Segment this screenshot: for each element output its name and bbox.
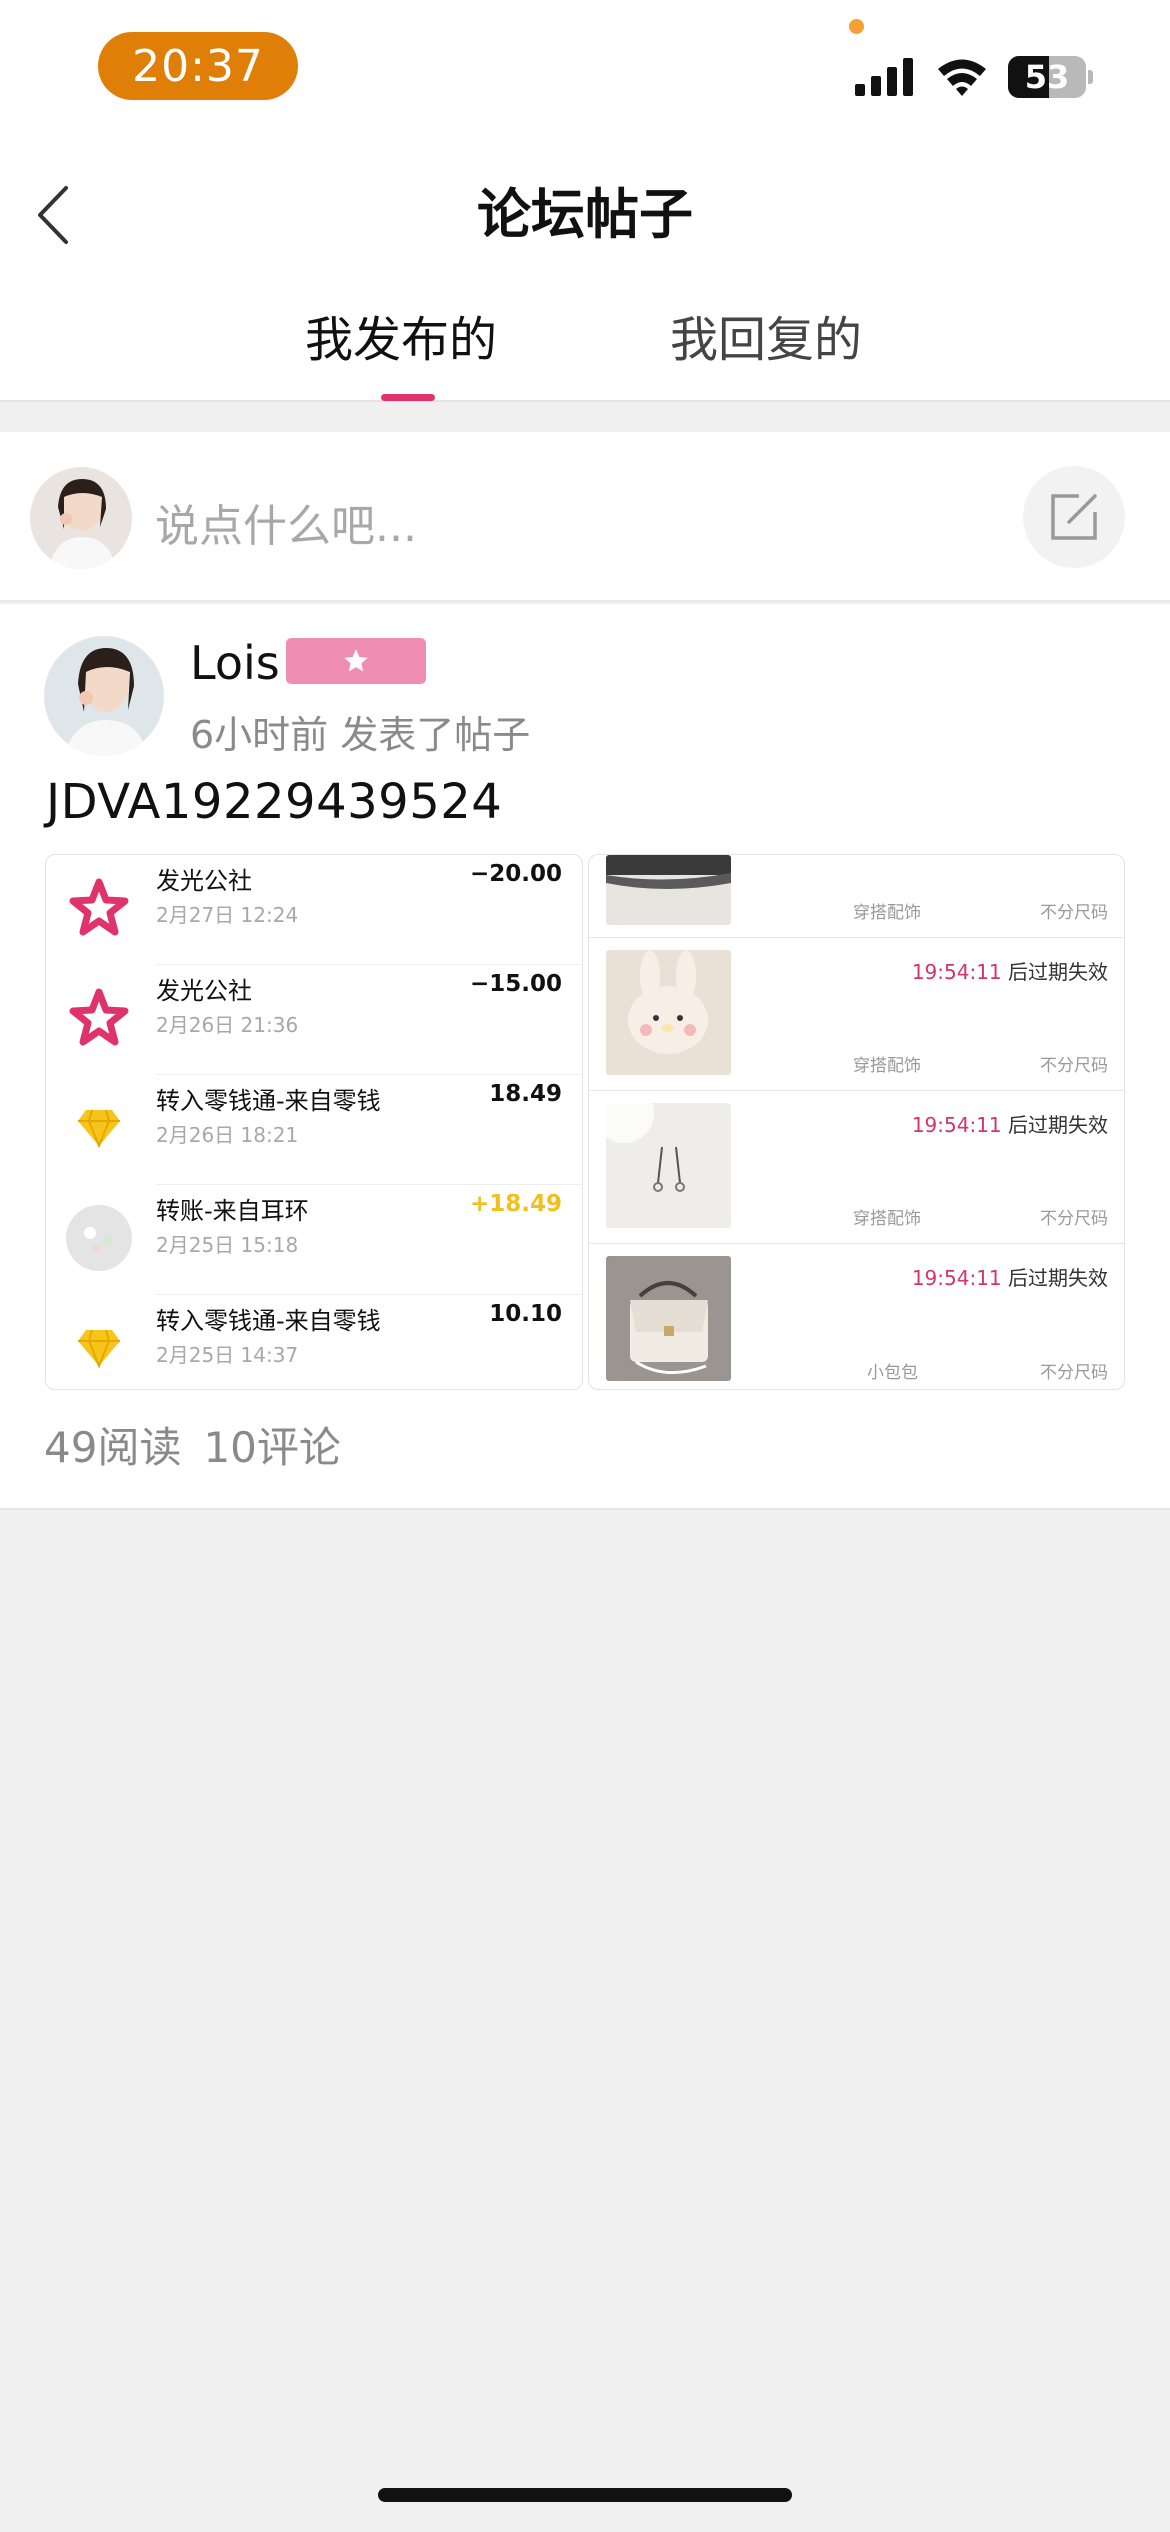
battery-icon: 53 xyxy=(1008,56,1093,98)
transaction-row: 发光公社 2月27日 12:24 −20.00 xyxy=(46,855,582,965)
new-post-button[interactable] xyxy=(1023,466,1125,568)
comment-count[interactable]: 10评论 xyxy=(203,1423,340,1472)
status-bar: 20:37 53 xyxy=(0,0,1170,140)
tab-my-posts[interactable]: 我发布的 xyxy=(305,300,497,370)
wifi-icon xyxy=(938,59,986,96)
transaction-row: 转账-来自耳环 2月25日 15:18 +18.49 xyxy=(46,1185,582,1295)
user-avatar[interactable] xyxy=(30,467,132,569)
page-title: 论坛帖子 xyxy=(477,183,693,246)
battery-level: 53 xyxy=(1024,58,1070,96)
post-image-listings[interactable]: 穿搭配饰 不分尺码 19:54:11 后过期失效 穿搭配饰 不分尺码 19:54… xyxy=(588,854,1125,1390)
listing-item: 穿搭配饰 不分尺码 xyxy=(589,855,1124,938)
post-meta: 6小时前 发表了帖子 xyxy=(190,713,531,757)
home-indicator[interactable] xyxy=(378,2488,792,2502)
compose-bar: 说点什么吧... xyxy=(0,432,1170,602)
post-author-name[interactable]: Lois xyxy=(190,636,280,690)
post-content: JDVA19229439524 xyxy=(46,774,503,830)
transaction-row: 转入零钱通-来自零钱 2月26日 18:21 18.49 xyxy=(46,1075,582,1185)
listing-item: 19:54:11 后过期失效 穿搭配饰 不分尺码 xyxy=(589,938,1124,1091)
listing-item: 19:54:11 后过期失效 小包包 不分尺码 xyxy=(589,1244,1124,1389)
active-tab-indicator xyxy=(381,394,435,401)
tab-my-replies[interactable]: 我回复的 xyxy=(670,300,862,370)
post-card[interactable]: Lois 6小时前 发表了帖子 JDVA19229439524 发光公社 2月2… xyxy=(0,604,1170,1510)
listing-thumbnail xyxy=(606,855,731,925)
diamond-icon xyxy=(78,1329,120,1368)
read-count: 49阅读 xyxy=(44,1423,182,1472)
screen: 20:37 53 论坛帖子 我发布的 我回复的 说点什么吧... Lois 6小… xyxy=(0,0,1170,2532)
transaction-row: 发光公社 2月26日 21:36 −15.00 xyxy=(46,965,582,1075)
listing-thumbnail xyxy=(606,1103,731,1228)
compose-input[interactable]: 说点什么吧... xyxy=(155,490,417,554)
post-author-avatar[interactable] xyxy=(44,636,164,756)
listing-item: 19:54:11 后过期失效 穿搭配饰 不分尺码 xyxy=(589,1091,1124,1244)
status-time: 20:37 xyxy=(98,32,298,100)
avatar-icon xyxy=(66,1205,132,1271)
member-badge xyxy=(286,638,426,684)
edit-icon xyxy=(1051,494,1097,540)
privacy-indicator-dot xyxy=(849,19,864,34)
star-logo-icon xyxy=(69,988,129,1046)
post-image-transactions[interactable]: 发光公社 2月27日 12:24 −20.00 发光公社 2月26日 21:36… xyxy=(45,854,583,1390)
transaction-row: 转入零钱通-来自零钱 2月25日 14:37 10.10 xyxy=(46,1295,582,1389)
listing-thumbnail xyxy=(606,1256,731,1381)
star-icon xyxy=(344,649,368,672)
nav-bar: 论坛帖子 我发布的 我回复的 xyxy=(0,140,1170,402)
cellular-signal-icon xyxy=(855,58,913,96)
listing-thumbnail xyxy=(606,950,731,1075)
diamond-icon xyxy=(78,1109,120,1148)
star-logo-icon xyxy=(69,878,129,936)
post-stats: 49阅读 10评论 xyxy=(44,1414,363,1475)
